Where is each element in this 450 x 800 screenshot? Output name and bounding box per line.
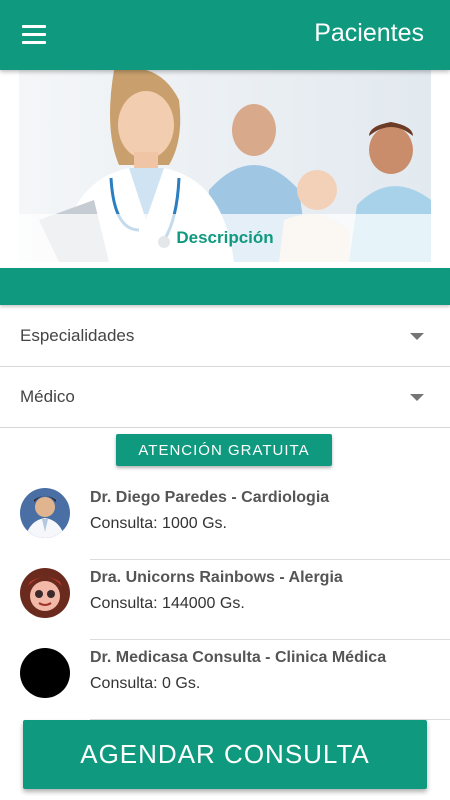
hamburger-menu-icon[interactable] [22,25,48,47]
schedule-appointment-button[interactable]: AGENDAR CONSULTA [23,720,427,789]
consultation-price: Consulta: 144000 Gs. [90,595,245,612]
banner-caption[interactable]: Descripción [19,214,431,262]
doctor-select-label: Médico [20,387,75,406]
banner-image: Descripción [19,70,431,262]
doctor-select[interactable]: Médico [0,367,450,428]
section-header-bar [0,268,450,305]
dropdown-arrow-icon [410,394,424,401]
doctor-list-item[interactable]: Dr. Diego Paredes - Cardiologia Consulta… [0,480,450,560]
doctor-name: Dra. Unicorns Rainbows - Alergia [90,569,343,586]
doctor-list-item[interactable]: Dra. Unicorns Rainbows - Alergia Consult… [0,560,450,640]
free-care-badge[interactable]: ATENCIÓN GRATUITA [116,434,332,466]
consultation-price: Consulta: 0 Gs. [90,675,201,692]
specialty-select-label: Especialidades [20,326,135,345]
doctor-avatar [20,648,70,698]
doctor-avatar [20,568,70,618]
specialty-select[interactable]: Especialidades [0,306,450,367]
consultation-price: Consulta: 1000 Gs. [90,515,227,532]
app-bar: Pacientes [0,0,450,70]
doctor-name: Dr. Diego Paredes - Cardiologia [90,489,330,506]
page-title: Pacientes [314,19,424,47]
doctor-name: Dr. Medicasa Consulta - Clinica Médica [90,649,387,666]
doctor-list-item[interactable]: Dr. Medicasa Consulta - Clinica Médica C… [0,640,450,720]
dropdown-arrow-icon [410,333,424,340]
doctor-avatar [20,488,70,538]
